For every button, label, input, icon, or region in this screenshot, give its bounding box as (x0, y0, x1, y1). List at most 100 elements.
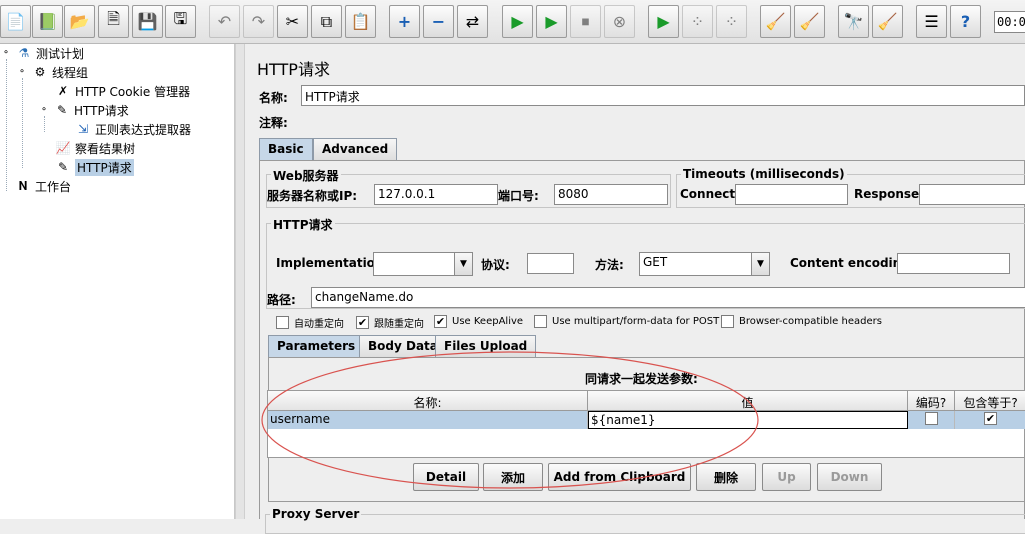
remote-stop-icon[interactable]: ⁘ (682, 5, 713, 38)
detail-button[interactable]: Detail (413, 463, 479, 491)
open-icon[interactable]: 📂 (64, 5, 95, 38)
workbench-icon: 𝐍 (18, 178, 28, 193)
browser-headers-checkbox[interactable]: Browser-compatible headers (721, 315, 882, 328)
tab-files-upload[interactable]: Files Upload (435, 335, 537, 357)
help-icon[interactable]: ? (950, 5, 981, 38)
checkbox-icon[interactable] (721, 315, 734, 328)
connect-field[interactable] (735, 184, 848, 205)
multipart-checkbox[interactable]: Use multipart/form-data for POST (534, 315, 719, 328)
expand-toggle-icon[interactable]: ⚬ (38, 102, 50, 118)
port-field[interactable]: 8080 (554, 184, 668, 205)
checkbox-icon[interactable] (924, 412, 938, 425)
tree-item-workbench[interactable]: 𝐍 工作台 (14, 177, 71, 195)
tree-item-results-tree[interactable]: 📈 察看结果树 (54, 139, 136, 157)
add-from-clipboard-button[interactable]: Add from Clipboard (548, 463, 691, 491)
http-request-panel: HTTP请求 名称: HTTP请求 注释: Basic Advanced Web… (246, 44, 1025, 534)
up-button[interactable]: Up (762, 463, 811, 491)
checkbox-checked-icon[interactable]: ✔ (434, 315, 447, 328)
clear-all-icon[interactable]: 🧹 (794, 5, 825, 38)
tab-basic[interactable]: Basic (259, 138, 313, 160)
panel-title: HTTP请求 (257, 60, 330, 79)
shutdown-icon[interactable]: ⊗ (604, 5, 635, 38)
function-helper-icon[interactable]: ☰ (916, 5, 947, 38)
http-sampler-icon: ✎ (57, 160, 69, 174)
undo-icon[interactable]: ↶ (209, 5, 240, 38)
close-icon[interactable]: 🗎 (98, 5, 129, 38)
checkbox-checked-icon[interactable]: ✔ (356, 316, 369, 329)
auto-redirect-checkbox[interactable]: 自动重定向 (276, 315, 344, 330)
start-icon[interactable]: ▶ (502, 5, 533, 38)
http-request-group-title: HTTP请求 (271, 216, 335, 233)
server-field[interactable]: 127.0.0.1 (374, 184, 498, 205)
remote-start-icon[interactable]: ▶ (648, 5, 679, 38)
http-sampler-icon: ✎ (56, 103, 68, 117)
server-label: 服务器名称或IP: (267, 189, 358, 203)
checkbox-checked-icon[interactable]: ✔ (984, 412, 997, 425)
tab-body-data[interactable]: Body Data (359, 335, 447, 357)
implementation-label: Implementation: (276, 256, 389, 270)
expand-icon[interactable]: + (389, 5, 420, 38)
collapse-icon[interactable]: − (423, 5, 454, 38)
timeouts-title: Timeouts (milliseconds) (681, 167, 847, 181)
add-button[interactable]: 添加 (483, 463, 543, 491)
param-value-cell[interactable]: ${name1} (588, 411, 908, 429)
checkbox-icon[interactable] (276, 316, 289, 329)
tree-item-http-request[interactable]: ⚬ ✎ HTTP请求 (38, 101, 129, 119)
name-field[interactable]: HTTP请求 (301, 85, 1025, 106)
name-label: 名称: (259, 91, 288, 105)
splitter[interactable] (235, 44, 245, 519)
web-server-group: Web服务器 服务器名称或IP: 127.0.0.1 端口号: 8080 (266, 167, 671, 208)
stop-icon[interactable]: ⏹ (570, 5, 601, 38)
tree-item-regex-extractor[interactable]: ⇲ 正则表达式提取器 (74, 120, 191, 138)
param-include-equals-cell[interactable]: ✔ (955, 411, 1025, 429)
expand-toggle-icon[interactable]: ⚬ (16, 64, 28, 80)
save-icon[interactable]: 💾 (132, 5, 163, 38)
column-header-encode[interactable]: 编码? (908, 391, 955, 411)
chevron-down-icon[interactable]: ▼ (751, 253, 769, 275)
toggle-icon[interactable]: ⇄ (457, 5, 488, 38)
template-icon[interactable]: 📗 (32, 5, 63, 38)
column-header-value[interactable]: 值 (588, 391, 908, 411)
paste-icon[interactable]: 📋 (345, 5, 376, 38)
column-header-include-equals[interactable]: 包含等于? (955, 391, 1025, 411)
results-tree-icon: 📈 (55, 141, 71, 155)
tree-item-cookie-manager[interactable]: ✗ HTTP Cookie 管理器 (54, 82, 190, 100)
tree-item-thread-group[interactable]: ⚬ ⚙ 线程组 (16, 63, 88, 81)
column-header-name[interactable]: 名称: (268, 391, 588, 411)
path-field[interactable]: changeName.do (311, 287, 1025, 308)
tab-advanced[interactable]: Advanced (313, 138, 398, 160)
tab-parameters[interactable]: Parameters (268, 335, 365, 357)
down-button[interactable]: Down (817, 463, 882, 491)
search-icon[interactable]: 🔭 (838, 5, 869, 38)
implementation-select[interactable]: ▼ (373, 252, 473, 276)
comment-field[interactable] (301, 110, 1025, 131)
remote-shutdown-icon[interactable]: ⁘ (716, 5, 747, 38)
chevron-down-icon[interactable]: ▼ (454, 253, 472, 275)
param-name-cell[interactable]: username (268, 411, 588, 429)
start-no-pause-icon[interactable]: ▶ (536, 5, 567, 38)
protocol-field[interactable] (527, 253, 574, 274)
save-as-icon[interactable]: 🖫 (165, 5, 196, 38)
cut-icon[interactable]: ✂ (277, 5, 308, 38)
tree-item-http-request-selected[interactable]: ✎ HTTP请求 (54, 158, 134, 176)
test-plan-tree: ⚬ ⚗ 测试计划 ⚬ ⚙ 线程组 ✗ HTTP Cookie 管理器 ⚬ ✎ H… (0, 44, 235, 519)
delete-button[interactable]: 删除 (696, 463, 756, 491)
method-select[interactable]: GET ▼ (639, 252, 770, 276)
checkbox-icon[interactable] (534, 315, 547, 328)
keepalive-checkbox[interactable]: ✔ Use KeepAlive (434, 315, 523, 328)
follow-redirects-checkbox[interactable]: ✔ 跟随重定向 (356, 315, 424, 330)
new-icon[interactable]: 📄 (0, 5, 31, 38)
tree-item-test-plan[interactable]: ⚬ ⚗ 测试计划 (0, 44, 84, 62)
port-label: 端口号: (498, 189, 539, 203)
copy-icon[interactable]: ⧉ (311, 5, 342, 38)
content-encoding-field[interactable] (897, 253, 1010, 274)
response-field[interactable] (919, 184, 1025, 205)
clear-icon[interactable]: 🧹 (760, 5, 791, 38)
path-label: 路径: (267, 293, 296, 307)
param-encode-cell[interactable] (908, 411, 955, 429)
parameters-table: 名称: 值 编码? 包含等于? username ${name1} ✔ (267, 390, 1025, 458)
reset-search-icon[interactable]: 🧹 (872, 5, 903, 38)
redo-icon[interactable]: ↷ (243, 5, 274, 38)
expand-toggle-icon[interactable]: ⚬ (0, 45, 12, 61)
web-server-title: Web服务器 (271, 167, 341, 184)
